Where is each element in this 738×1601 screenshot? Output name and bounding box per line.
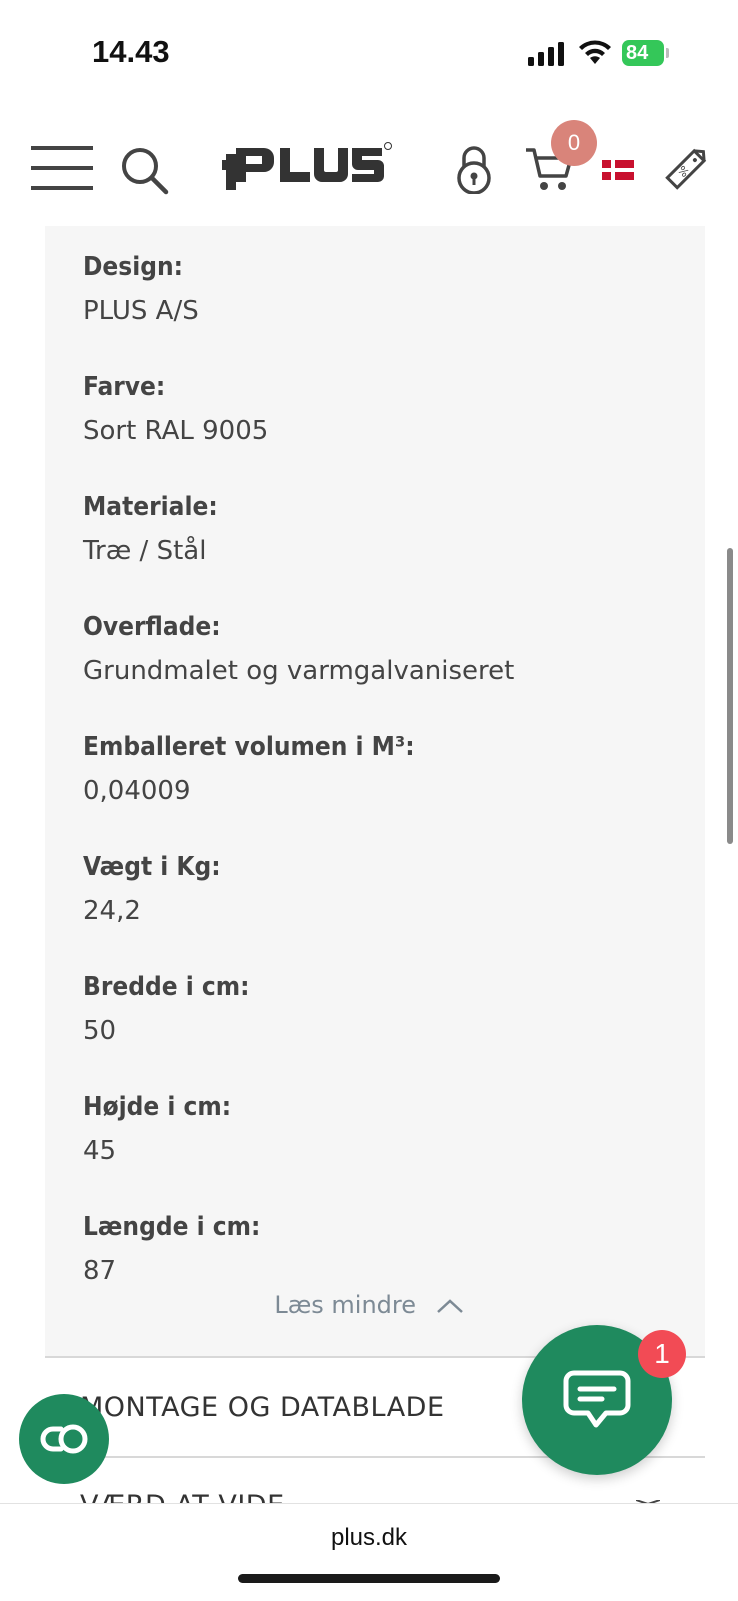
status-bar: 14.43 84: [0, 0, 738, 110]
spec-surface: Overflade: Grundmalet og varmgalvanisere…: [83, 609, 514, 689]
hamburger-menu-icon[interactable]: [31, 144, 93, 192]
chat-bubble-icon: [563, 1370, 631, 1428]
home-indicator[interactable]: [238, 1574, 500, 1583]
spec-value: Grundmalet og varmgalvaniseret: [83, 656, 515, 686]
spec-packed-volume: Emballeret volumen i M³: 0,04009: [83, 729, 415, 809]
accordion-good-to-know[interactable]: VÆRD AT VIDE: [80, 1490, 285, 1504]
spec-label: Længde i cm:: [83, 1212, 261, 1242]
link-toggle-icon: [40, 1424, 88, 1454]
spec-label: Vægt i Kg:: [83, 852, 221, 882]
lock-login-icon[interactable]: [456, 146, 492, 194]
brand-logo[interactable]: [222, 140, 392, 198]
spec-value: 24,2: [83, 896, 141, 926]
browser-bottom-bar: [0, 1503, 738, 1601]
chevron-up-icon: [436, 1299, 463, 1313]
accessibility-button[interactable]: [19, 1394, 109, 1484]
spec-weight: Vægt i Kg: 24,2: [83, 849, 221, 929]
address-bar-url[interactable]: plus.dk: [0, 1524, 738, 1552]
scrollbar[interactable]: [727, 548, 733, 844]
spec-label: Farve:: [83, 372, 166, 402]
spec-value: 87: [83, 1256, 117, 1286]
battery-percentage: 84: [626, 42, 649, 64]
spec-width: Bredde i cm: 50: [83, 969, 249, 1049]
discount-tag-icon[interactable]: %: [660, 144, 710, 196]
spec-height: Højde i cm: 45: [83, 1089, 231, 1169]
spec-label: Emballeret volumen i M³:: [83, 732, 415, 762]
spec-label: Overflade:: [83, 612, 221, 642]
cellular-signal-icon: [528, 42, 564, 66]
read-less-button[interactable]: Læs mindre: [0, 1291, 738, 1319]
cart-count-badge: 0: [551, 120, 597, 166]
search-icon[interactable]: [120, 146, 170, 196]
spec-label: Design:: [83, 252, 183, 282]
spec-value: PLUS A/S: [83, 296, 199, 326]
chat-notification-badge: 1: [638, 1330, 686, 1378]
spec-color: Farve: Sort RAL 9005: [83, 369, 268, 449]
spec-value: Sort RAL 9005: [83, 416, 269, 446]
spec-label: Bredde i cm:: [83, 972, 250, 1002]
spec-value: 0,04009: [83, 776, 191, 806]
status-time: 14.43: [92, 34, 170, 69]
spec-length: Længde i cm: 87: [83, 1209, 260, 1289]
accordion-assembly-datasheets[interactable]: MONTAGE OG DATABLADE: [80, 1392, 445, 1423]
spec-value: 45: [83, 1136, 117, 1166]
spec-value: 50: [83, 1016, 117, 1046]
spec-design: Design: PLUS A/S: [83, 249, 199, 329]
accordion-label: VÆRD AT VIDE: [80, 1490, 285, 1504]
spec-value: Træ / Stål: [83, 536, 207, 566]
battery-icon: 84: [622, 40, 669, 66]
spec-material: Materiale: Træ / Stål: [83, 489, 218, 569]
spec-label: Materiale:: [83, 492, 218, 522]
site-header: %: [0, 110, 738, 226]
accordion-label: MONTAGE OG DATABLADE: [80, 1392, 445, 1423]
wifi-icon: [579, 40, 611, 64]
read-less-label: Læs mindre: [274, 1291, 417, 1319]
danish-flag-icon[interactable]: [602, 160, 634, 180]
spec-label: Højde i cm:: [83, 1092, 232, 1122]
